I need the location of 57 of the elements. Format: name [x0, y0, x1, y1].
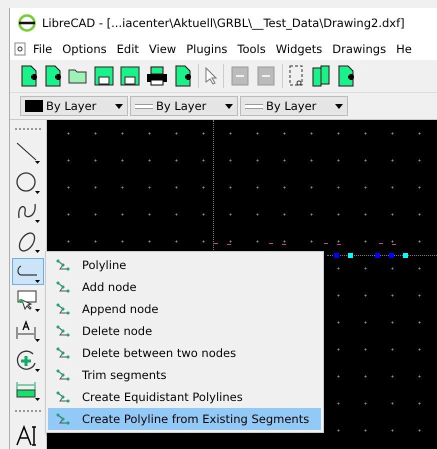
polyline-node-icon	[56, 325, 70, 337]
new-document-icon[interactable]	[44, 65, 62, 87]
pointer-icon[interactable]	[205, 67, 217, 85]
polyline-node-icon	[56, 259, 70, 271]
pen-combo-box[interactable]: By Layer	[20, 96, 128, 116]
polyline-node-icon	[56, 281, 70, 293]
tool-button[interactable]	[12, 258, 44, 285]
polyline-node-icon	[56, 347, 70, 359]
select-tool-icon	[15, 289, 41, 314]
menu-item[interactable]: Polyline	[48, 254, 321, 276]
window-title: LibreCAD - [...iacenter\Aktuell\GRBL\__Test_Data\Drawing2.dxf]	[42, 16, 405, 30]
color-swatch-icon	[25, 100, 43, 112]
dropdown-arrow-icon	[225, 104, 233, 108]
endpoint-grip-icon	[348, 253, 353, 258]
menu-item[interactable]: Plugins	[181, 42, 232, 56]
line-sample-icon	[245, 104, 263, 108]
polyline-node-icon	[56, 369, 70, 381]
document-icon[interactable]	[14, 42, 26, 56]
menu-item[interactable]: Create Polyline from Existing Segments	[48, 408, 321, 430]
app-logo-icon	[18, 14, 36, 32]
menu-item[interactable]: Widgets	[270, 42, 328, 56]
menu-item[interactable]: Options	[57, 42, 112, 56]
menu-item[interactable]: Drawings	[327, 42, 392, 56]
polyline-node-icon	[56, 391, 70, 403]
folder-icon[interactable]	[68, 67, 88, 85]
menu-item[interactable]: Delete between two nodes	[48, 342, 321, 364]
menu-item[interactable]: Trim segments	[48, 364, 321, 386]
new-document-icon[interactable]	[20, 65, 38, 87]
modify-tool-icon	[15, 348, 41, 373]
polyline-node-icon	[56, 413, 70, 425]
dropdown-arrow-icon	[115, 104, 123, 108]
endpoint-grip-icon	[403, 253, 408, 258]
grip-point-icon	[334, 253, 339, 258]
menu-item[interactable]: Create Equidistant Polylines	[48, 386, 321, 408]
menu-item[interactable]: Add node	[48, 276, 321, 298]
menu-item[interactable]: Delete node	[48, 320, 321, 342]
drawing-canvas[interactable]: Polyline Add node Append node Delete node Delete between two nodes Trim segments Create Equidistant Polylines Create Polyline from Existing Segments	[47, 120, 437, 449]
dimension-tool-icon	[15, 318, 41, 343]
circle-tool-icon	[15, 170, 41, 195]
menu-item[interactable]: Edit	[112, 42, 144, 56]
line-tool-icon	[15, 141, 41, 166]
new-document-icon[interactable]	[174, 65, 192, 87]
book-icon[interactable]	[311, 65, 331, 87]
dropdown-arrow-icon	[335, 104, 343, 108]
polyline-node-icon	[56, 303, 70, 315]
printer-icon[interactable]	[146, 66, 168, 86]
grip-point-icon	[375, 253, 380, 258]
pen-combo-box[interactable]: By Layer	[240, 96, 348, 116]
pen-combo-box[interactable]: By Layer	[130, 96, 238, 116]
new-document-icon[interactable]	[337, 65, 355, 87]
menu-item[interactable]: View	[144, 42, 182, 56]
menu-item[interactable]: Append node	[48, 298, 321, 320]
menu-item[interactable]: Tools	[232, 42, 271, 56]
menu-item[interactable]: He	[391, 42, 417, 56]
line-sample-icon	[135, 104, 153, 108]
grip-point-icon	[389, 253, 394, 258]
menu-item[interactable]: File	[28, 42, 58, 56]
